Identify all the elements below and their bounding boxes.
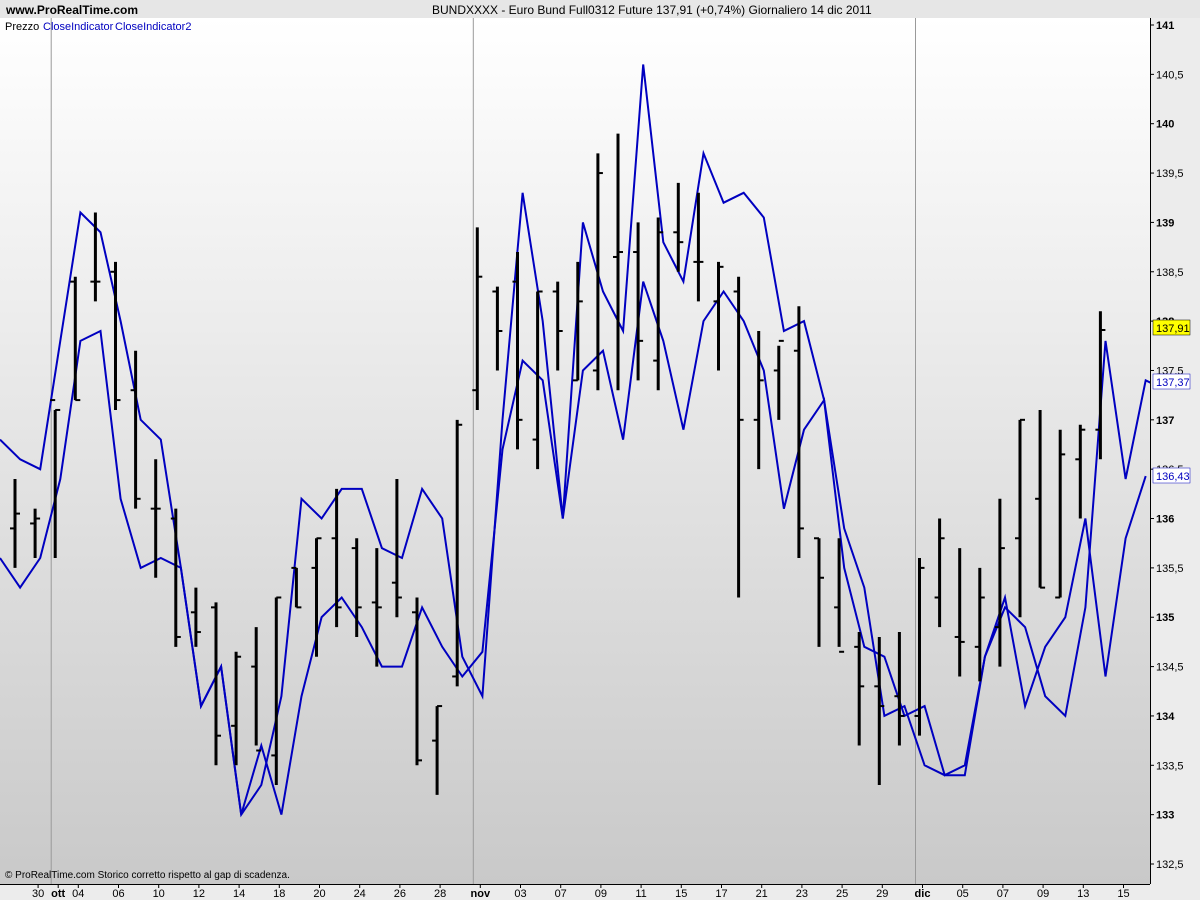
x-tick-label-15: 09 — [595, 888, 607, 900]
y-tick-label-17: 141 — [1156, 20, 1174, 32]
x-tick-label-13: 03 — [514, 888, 526, 900]
chart-title: BUNDXXXX - Euro Bund Full0312 Future 137… — [432, 3, 872, 17]
plot-area — [0, 18, 1150, 884]
y-tick-label-6: 135,5 — [1156, 563, 1184, 575]
x-tick-label-8: 20 — [313, 888, 325, 900]
y-tick-label-3: 134 — [1156, 711, 1175, 723]
x-tick-label-6: 14 — [233, 888, 245, 900]
legend-indicator-2: CloseIndicator2 — [115, 21, 191, 33]
y-tick-label-4: 134,5 — [1156, 662, 1184, 674]
y-tick-label-5: 135 — [1156, 612, 1174, 624]
x-tick-label-5: 12 — [193, 888, 205, 900]
site-name: www.ProRealTime.com — [5, 3, 138, 17]
x-tick-label-1: ott — [51, 888, 65, 900]
indicator-upper-tag-label: 137,37 — [1156, 377, 1190, 389]
y-tick-label-7: 136 — [1156, 514, 1174, 526]
x-tick-label-9: 24 — [354, 888, 366, 900]
x-tick-label-12: nov — [471, 888, 491, 900]
x-tick-label-22: 29 — [876, 888, 888, 900]
x-tick-label-20: 23 — [796, 888, 808, 900]
y-tick-label-13: 139 — [1156, 217, 1174, 229]
y-tick-label-9: 137 — [1156, 415, 1174, 427]
y-axis-panel — [1150, 18, 1200, 884]
x-tick-label-19: 21 — [756, 888, 768, 900]
x-tick-label-28: 15 — [1117, 888, 1129, 900]
y-tick-label-15: 140 — [1156, 119, 1174, 131]
y-tick-label-0: 132,5 — [1156, 859, 1184, 871]
price-chart: www.ProRealTime.com BUNDXXXX - Euro Bund… — [0, 0, 1200, 900]
x-tick-label-3: 06 — [112, 888, 124, 900]
y-tick-label-12: 138,5 — [1156, 267, 1184, 279]
x-tick-label-18: 17 — [715, 888, 727, 900]
x-tick-label-17: 15 — [675, 888, 687, 900]
y-tick-label-1: 133 — [1156, 810, 1174, 822]
x-tick-label-21: 25 — [836, 888, 848, 900]
x-tick-label-7: 18 — [273, 888, 285, 900]
x-tick-label-11: 28 — [434, 888, 446, 900]
y-tick-label-14: 139,5 — [1156, 168, 1184, 180]
footer-note: © ProRealTime.com Storico corretto rispe… — [5, 870, 290, 881]
x-tick-label-4: 10 — [153, 888, 165, 900]
legend-indicator-1: CloseIndicator — [43, 21, 114, 33]
x-tick-label-14: 07 — [555, 888, 567, 900]
y-tick-label-2: 133,5 — [1156, 760, 1184, 772]
x-tick-label-26: 09 — [1037, 888, 1049, 900]
legend-price: Prezzo — [5, 21, 39, 33]
x-tick-label-25: 07 — [997, 888, 1009, 900]
last-price-tag-label: 137,91 — [1156, 323, 1190, 335]
x-tick-label-2: 04 — [72, 888, 84, 900]
x-tick-label-23: dic — [915, 888, 931, 900]
x-tick-label-27: 13 — [1077, 888, 1089, 900]
indicator-lower-tag-label: 136,43 — [1156, 471, 1190, 483]
x-tick-label-16: 11 — [635, 888, 646, 900]
x-tick-label-24: 05 — [957, 888, 969, 900]
x-tick-label-0: 30 — [32, 888, 44, 900]
x-tick-label-10: 26 — [394, 888, 406, 900]
y-tick-label-16: 140,5 — [1156, 69, 1184, 81]
